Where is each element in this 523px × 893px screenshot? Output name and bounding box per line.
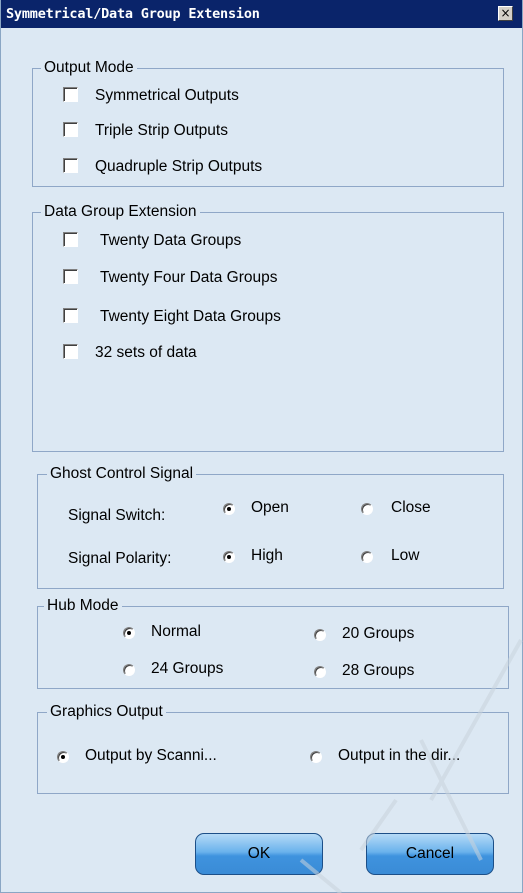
- radio-button[interactable]: [57, 751, 69, 763]
- radio-label: 24 Groups: [151, 660, 224, 677]
- checkbox-box[interactable]: [63, 308, 78, 323]
- radio-button[interactable]: [314, 629, 326, 641]
- radio-label: Close: [391, 499, 431, 516]
- checkbox-label: Triple Strip Outputs: [95, 122, 228, 139]
- checkbox-box[interactable]: [63, 122, 78, 137]
- close-icon: ×: [500, 6, 511, 20]
- radio-button[interactable]: [123, 664, 135, 676]
- radio-button[interactable]: [123, 627, 135, 639]
- checkbox-box[interactable]: [63, 269, 78, 284]
- radio-label: 28 Groups: [342, 662, 415, 679]
- checkbox-label: Quadruple Strip Outputs: [95, 158, 263, 175]
- graphics-output-legend: Graphics Output: [47, 702, 166, 722]
- ok-button[interactable]: OK: [195, 833, 323, 875]
- hub-mode-group: Hub Mode: [37, 596, 509, 689]
- hub-mode-legend: Hub Mode: [44, 596, 122, 616]
- radio-label: High: [251, 547, 283, 564]
- checkbox-label: 32 sets of data: [95, 344, 197, 361]
- radio-label: Open: [251, 499, 289, 516]
- title-bar[interactable]: Symmetrical/Data Group Extension ×: [1, 0, 522, 28]
- cancel-button[interactable]: Cancel: [366, 833, 494, 875]
- radio-button[interactable]: [361, 551, 373, 563]
- radio-label: Output by Scanni...: [85, 747, 217, 764]
- data-group-extension-legend: Data Group Extension: [41, 202, 200, 222]
- checkbox-label: Twenty Four Data Groups: [100, 269, 278, 286]
- signal-polarity-label: Signal Polarity:: [68, 550, 172, 567]
- output-mode-legend: Output Mode: [41, 58, 137, 78]
- checkbox-label: Symmetrical Outputs: [95, 87, 239, 104]
- radio-button[interactable]: [223, 503, 235, 515]
- radio-button[interactable]: [223, 551, 235, 563]
- ghost-control-signal-legend: Ghost Control Signal: [47, 464, 197, 484]
- checkbox-label: Twenty Eight Data Groups: [100, 308, 281, 325]
- window-title: Symmetrical/Data Group Extension: [6, 6, 260, 22]
- radio-button[interactable]: [314, 666, 326, 678]
- checkbox-box[interactable]: [63, 87, 78, 102]
- radio-button[interactable]: [310, 751, 322, 763]
- signal-switch-label: Signal Switch:: [68, 507, 166, 524]
- ghost-control-signal-group: Ghost Control Signal: [37, 464, 504, 589]
- checkbox-box[interactable]: [63, 158, 78, 173]
- radio-label: Low: [391, 547, 420, 564]
- checkbox-box[interactable]: [63, 232, 78, 247]
- radio-label: Normal: [151, 623, 201, 640]
- close-button[interactable]: ×: [498, 6, 513, 21]
- radio-label: 20 Groups: [342, 625, 415, 642]
- dialog-window: Symmetrical/Data Group Extension × Outpu…: [0, 0, 523, 893]
- checkbox-box[interactable]: [63, 344, 78, 359]
- radio-label: Output in the dir...: [338, 747, 461, 764]
- radio-button[interactable]: [361, 503, 373, 515]
- checkbox-label: Twenty Data Groups: [100, 232, 242, 249]
